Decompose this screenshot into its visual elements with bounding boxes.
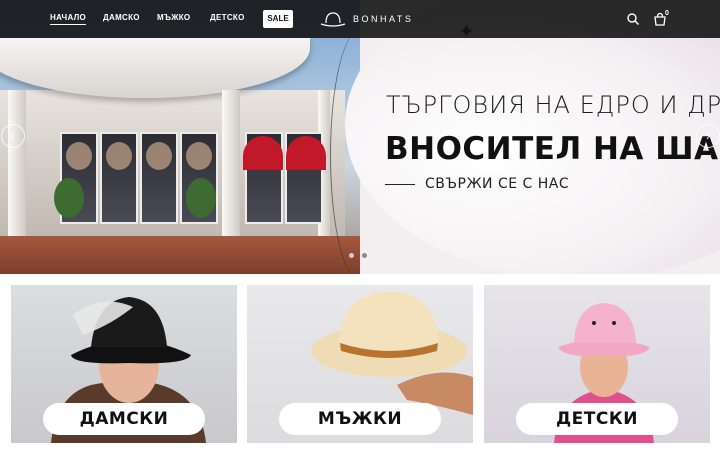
contact-link[interactable]: СВЪРЖИ СЕ С НАС [385,176,569,192]
contact-line [385,183,415,185]
decorative-swirl [330,30,390,274]
logo-text: BONHATS [353,14,414,24]
cart-count: 0 [665,10,669,17]
category-card-kids[interactable]: ДЕТСКИ [484,285,710,443]
category-card-men[interactable]: МЪЖКИ [247,285,473,443]
nav-kids[interactable]: ДЕТСКО [210,13,245,22]
chevron-left-icon[interactable]: ‹ [1,124,25,148]
nav-home[interactable]: НАЧАЛО [50,13,87,25]
sale-button[interactable]: SALE [263,10,293,28]
category-label: ДЕТСКИ [516,403,678,435]
contact-label: СВЪРЖИ СЕ С НАС [425,176,570,192]
top-nav: НАЧАЛО ДАМСКО МЪЖКО ДЕТСКО SALE BONHATS … [0,0,720,38]
slider-dot-active[interactable] [362,253,367,258]
site-logo[interactable]: BONHATS [319,10,413,28]
nav-men[interactable]: МЪЖКО [157,13,190,22]
slider-dot[interactable] [349,253,354,258]
category-card-women[interactable]: ДАМСКИ [11,285,237,443]
hat-logo-icon [320,12,346,27]
page: ✦ ТЪРГОВИЯ НА ЕДРО И ДРЕБНО ВНОСИТЕЛ НА … [0,0,720,450]
hero-headline: ТЪРГОВИЯ НА ЕДРО И ДРЕБНО [386,91,720,119]
storefront-photo [0,0,360,274]
hero-slider: ✦ ТЪРГОВИЯ НА ЕДРО И ДРЕБНО ВНОСИТЕЛ НА … [0,0,720,274]
slider-dots [349,253,367,258]
search-icon[interactable] [626,12,640,26]
nav-women[interactable]: ДАМСКО [103,13,140,22]
category-label: ДАМСКИ [43,403,205,435]
hero-subheadline: ВНОСИТЕЛ НА ШАПКИ [385,131,720,167]
chevron-right-icon[interactable]: › [696,124,720,148]
category-label: МЪЖКИ [279,403,441,435]
